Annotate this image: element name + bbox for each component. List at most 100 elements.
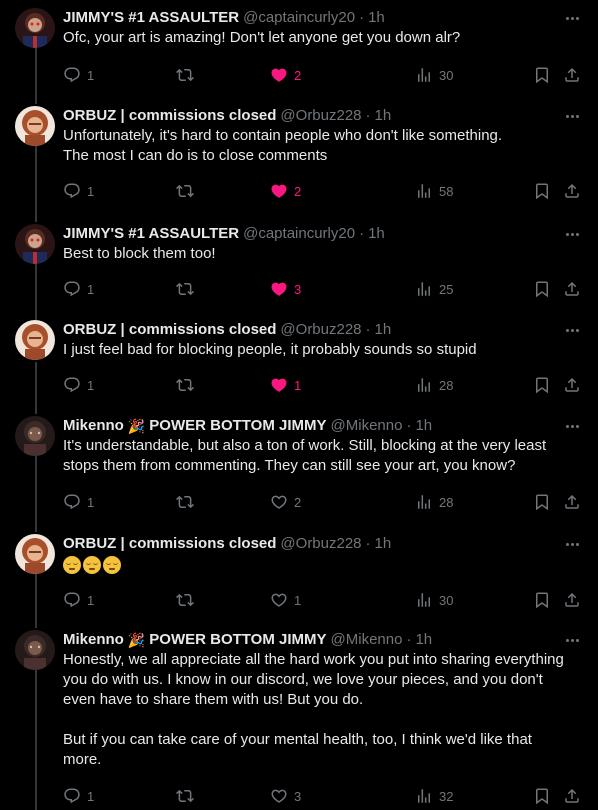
separator-dot: · (359, 9, 365, 26)
more-options-icon[interactable] (562, 320, 582, 340)
like-button[interactable]: 2 (270, 492, 301, 512)
like-count: 1 (294, 592, 302, 608)
share-button[interactable] (563, 279, 581, 299)
timestamp[interactable]: 1h (415, 416, 432, 436)
retweet-button[interactable] (176, 492, 200, 512)
reply-button[interactable]: 1 (63, 181, 94, 201)
timestamp[interactable]: 1h (375, 534, 392, 554)
timestamp[interactable]: 1h (415, 630, 432, 650)
reply-button[interactable]: 1 (63, 375, 94, 395)
avatar[interactable] (15, 224, 55, 264)
like-button[interactable]: 3 (270, 786, 301, 806)
more-options-icon[interactable] (562, 106, 582, 126)
more-options-icon[interactable] (562, 416, 582, 436)
like-button[interactable]: 2 (270, 181, 301, 201)
heart-icon (270, 182, 288, 200)
avatar[interactable] (15, 534, 55, 574)
retweet-button[interactable] (176, 590, 200, 610)
display-name[interactable]: JIMMY'S #1 ASSAULTER (63, 224, 239, 244)
retweet-button[interactable] (176, 65, 200, 85)
bookmark-icon (533, 787, 551, 805)
views-button[interactable]: 30 (415, 590, 453, 610)
separator-dot: · (365, 107, 371, 124)
more-options-icon[interactable] (562, 224, 582, 244)
like-button[interactable]: 1 (270, 590, 301, 610)
share-button[interactable] (563, 181, 581, 201)
share-button[interactable] (563, 375, 581, 395)
share-button[interactable] (563, 590, 581, 610)
display-name[interactable]: ORBUZ | commissions closed (63, 534, 276, 554)
reply-button[interactable]: 1 (63, 590, 94, 610)
user-handle[interactable]: @Mikenno (331, 416, 403, 436)
user-handle[interactable]: @Orbuz228 (280, 106, 361, 126)
analytics-icon (415, 66, 433, 84)
bookmark-icon (533, 66, 551, 84)
like-button[interactable]: 3 (270, 279, 301, 299)
analytics-icon (415, 182, 433, 200)
timestamp[interactable]: 1h (375, 106, 392, 126)
display-name[interactable]: ORBUZ | commissions closed (63, 320, 276, 340)
action-bar: 1 1 30 (63, 590, 582, 610)
views-button[interactable]: 30 (415, 65, 453, 85)
bookmark-button[interactable] (533, 65, 551, 85)
retweet-icon (176, 787, 194, 805)
share-button[interactable] (563, 492, 581, 512)
share-button[interactable] (563, 65, 581, 85)
heart-icon (270, 493, 288, 511)
timestamp[interactable]: 1h (368, 224, 385, 244)
avatar[interactable] (15, 8, 55, 48)
user-handle[interactable]: @Orbuz228 (280, 320, 361, 340)
like-button[interactable]: 2 (270, 65, 301, 85)
avatar[interactable] (15, 106, 55, 146)
share-icon (563, 493, 581, 511)
views-button[interactable]: 28 (415, 492, 453, 512)
views-button[interactable]: 58 (415, 181, 453, 201)
retweet-button[interactable] (176, 375, 200, 395)
display-name[interactable]: Mikenno (63, 416, 124, 436)
thread-connector (35, 264, 37, 320)
user-handle[interactable]: @captaincurly20 (243, 224, 355, 244)
user-handle[interactable]: @captaincurly20 (243, 8, 355, 28)
timestamp[interactable]: 1h (375, 320, 392, 340)
reply-button[interactable]: 1 (63, 65, 94, 85)
display-name[interactable]: Mikenno (63, 630, 124, 650)
more-options-icon[interactable] (562, 534, 582, 554)
retweet-button[interactable] (176, 279, 200, 299)
avatar[interactable] (15, 416, 55, 456)
reply-button[interactable]: 1 (63, 279, 94, 299)
views-button[interactable]: 32 (415, 786, 453, 806)
reply-button[interactable]: 1 (63, 492, 94, 512)
user-handle[interactable]: @Mikenno (331, 630, 403, 650)
avatar[interactable] (15, 320, 55, 360)
avatar[interactable] (15, 630, 55, 670)
display-name-suffix: POWER BOTTOM JIMMY (149, 417, 327, 434)
views-button[interactable]: 28 (415, 375, 453, 395)
display-name[interactable]: JIMMY'S #1 ASSAULTER (63, 8, 239, 28)
timestamp[interactable]: 1h (368, 8, 385, 28)
like-button[interactable]: 1 (270, 375, 301, 395)
bookmark-button[interactable] (533, 786, 551, 806)
tweet-header: JIMMY'S #1 ASSAULTER @captaincurly20 · 1h (63, 8, 582, 28)
more-options-icon[interactable] (562, 8, 582, 28)
heart-icon (270, 591, 288, 609)
views-button[interactable]: 25 (415, 279, 453, 299)
heart-icon (270, 280, 288, 298)
bookmark-button[interactable] (533, 590, 551, 610)
bookmark-icon (533, 493, 551, 511)
action-bar: 1 2 58 (63, 181, 582, 201)
retweet-button[interactable] (176, 181, 200, 201)
share-button[interactable] (563, 786, 581, 806)
user-handle[interactable]: @Orbuz228 (280, 534, 361, 554)
reply-count: 1 (87, 67, 95, 83)
bookmark-button[interactable] (533, 279, 551, 299)
bookmark-button[interactable] (533, 492, 551, 512)
reply-button[interactable]: 1 (63, 786, 94, 806)
bookmark-button[interactable] (533, 375, 551, 395)
display-name[interactable]: ORBUZ | commissions closed (63, 106, 276, 126)
heart-icon (270, 66, 288, 84)
retweet-icon (176, 280, 194, 298)
more-options-icon[interactable] (562, 630, 582, 650)
bookmark-button[interactable] (533, 181, 551, 201)
retweet-button[interactable] (176, 786, 200, 806)
analytics-icon (415, 280, 433, 298)
